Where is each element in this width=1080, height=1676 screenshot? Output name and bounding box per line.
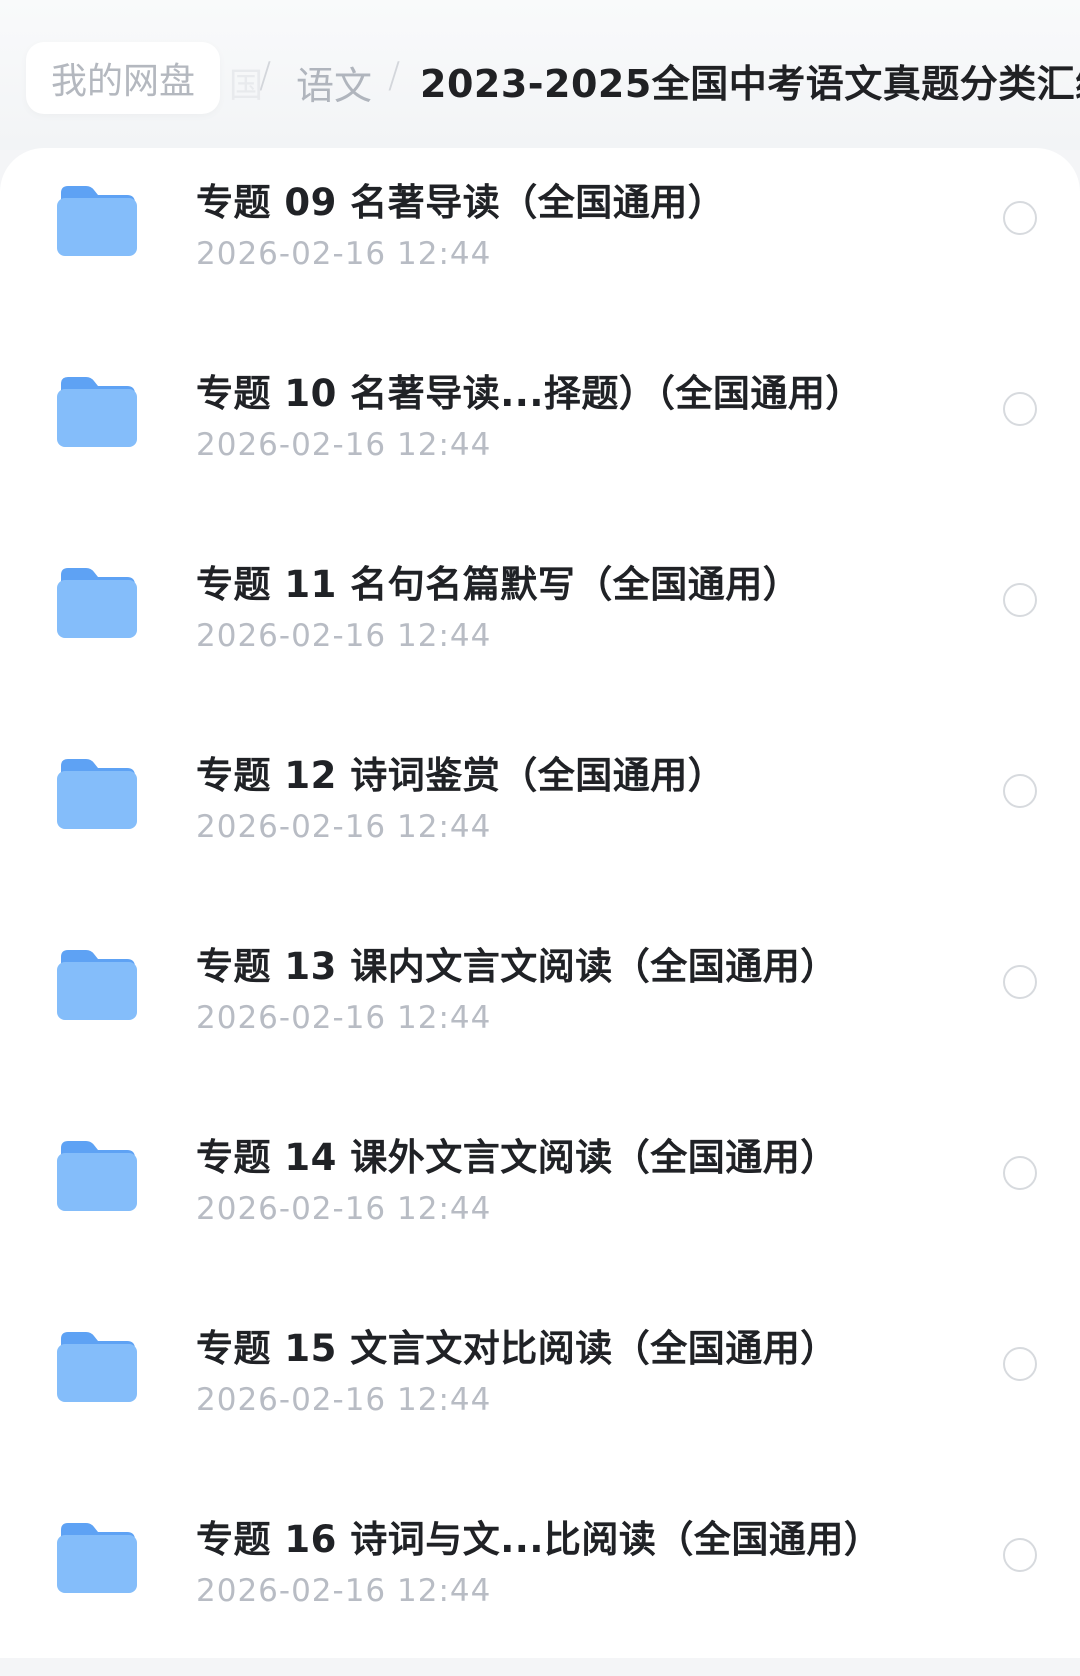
folder-icon bbox=[57, 1141, 137, 1211]
folder-name: 专题 10 名著导读...择题）（全国通用） bbox=[196, 372, 863, 415]
select-checkbox[interactable] bbox=[1003, 1347, 1037, 1381]
select-checkbox[interactable] bbox=[1003, 1156, 1037, 1190]
folder-date: 2026-02-16 12:44 bbox=[196, 809, 492, 845]
select-checkbox[interactable] bbox=[1003, 583, 1037, 617]
breadcrumb: 我的网盘 国 / 语文 / 2023-2025全国中考语文真题分类汇编 bbox=[0, 0, 1080, 150]
folder-icon bbox=[57, 1523, 137, 1593]
folder-name: 专题 09 名著导读（全国通用） bbox=[196, 181, 726, 224]
folder-row[interactable]: 专题 15 文言文对比阅读（全国通用） 2026-02-16 12:44 bbox=[0, 1294, 1080, 1485]
folder-icon bbox=[57, 950, 137, 1020]
select-checkbox[interactable] bbox=[1003, 774, 1037, 808]
folder-icon bbox=[57, 1332, 137, 1402]
folder-icon bbox=[57, 568, 137, 638]
folder-date: 2026-02-16 12:44 bbox=[196, 1382, 492, 1418]
folder-name: 专题 15 文言文对比阅读（全国通用） bbox=[196, 1327, 838, 1370]
folder-date: 2026-02-16 12:44 bbox=[196, 236, 492, 272]
select-checkbox[interactable] bbox=[1003, 201, 1037, 235]
folder-date: 2026-02-16 12:44 bbox=[196, 1000, 492, 1036]
folder-name: 专题 11 名句名篇默写（全国通用） bbox=[196, 563, 801, 606]
folder-date: 2026-02-16 12:44 bbox=[196, 1573, 492, 1609]
folder-icon bbox=[57, 759, 137, 829]
folder-icon bbox=[57, 377, 137, 447]
folder-name: 专题 12 诗词鉴赏（全国通用） bbox=[196, 754, 726, 797]
folder-date: 2026-02-16 12:44 bbox=[196, 1191, 492, 1227]
file-list: 专题 09 名著导读（全国通用） 2026-02-16 12:44 专题 10 … bbox=[0, 148, 1080, 1658]
folder-name: 专题 14 课外文言文阅读（全国通用） bbox=[196, 1136, 838, 1179]
folder-row[interactable]: 专题 10 名著导读...择题）（全国通用） 2026-02-16 12:44 bbox=[0, 339, 1080, 530]
breadcrumb-root-my-drive[interactable]: 我的网盘 bbox=[26, 42, 221, 114]
folder-row[interactable]: 专题 11 名句名篇默写（全国通用） 2026-02-16 12:44 bbox=[0, 530, 1080, 721]
breadcrumb-separator: / bbox=[388, 55, 401, 96]
folder-row[interactable]: 专题 09 名著导读（全国通用） 2026-02-16 12:44 bbox=[0, 148, 1080, 339]
folder-name: 专题 16 诗词与文...比阅读（全国通用） bbox=[196, 1518, 882, 1561]
folder-row[interactable]: 专题 14 课外文言文阅读（全国通用） 2026-02-16 12:44 bbox=[0, 1103, 1080, 1294]
select-checkbox[interactable] bbox=[1003, 1538, 1037, 1572]
folder-row[interactable]: 专题 16 诗词与文...比阅读（全国通用） 2026-02-16 12:44 bbox=[0, 1485, 1080, 1676]
folder-date: 2026-02-16 12:44 bbox=[196, 427, 492, 463]
folder-icon bbox=[57, 186, 137, 256]
breadcrumb-current-folder: 2023-2025全国中考语文真题分类汇编 bbox=[420, 62, 1080, 106]
folder-row[interactable]: 专题 13 课内文言文阅读（全国通用） 2026-02-16 12:44 bbox=[0, 912, 1080, 1103]
breadcrumb-hidden-segment[interactable]: 国 bbox=[229, 58, 263, 107]
folder-name: 专题 13 课内文言文阅读（全国通用） bbox=[196, 945, 838, 988]
folder-date: 2026-02-16 12:44 bbox=[196, 618, 492, 654]
folder-row[interactable]: 专题 12 诗词鉴赏（全国通用） 2026-02-16 12:44 bbox=[0, 721, 1080, 912]
breadcrumb-item-chinese[interactable]: 语文 bbox=[296, 55, 372, 110]
select-checkbox[interactable] bbox=[1003, 392, 1037, 426]
select-checkbox[interactable] bbox=[1003, 965, 1037, 999]
